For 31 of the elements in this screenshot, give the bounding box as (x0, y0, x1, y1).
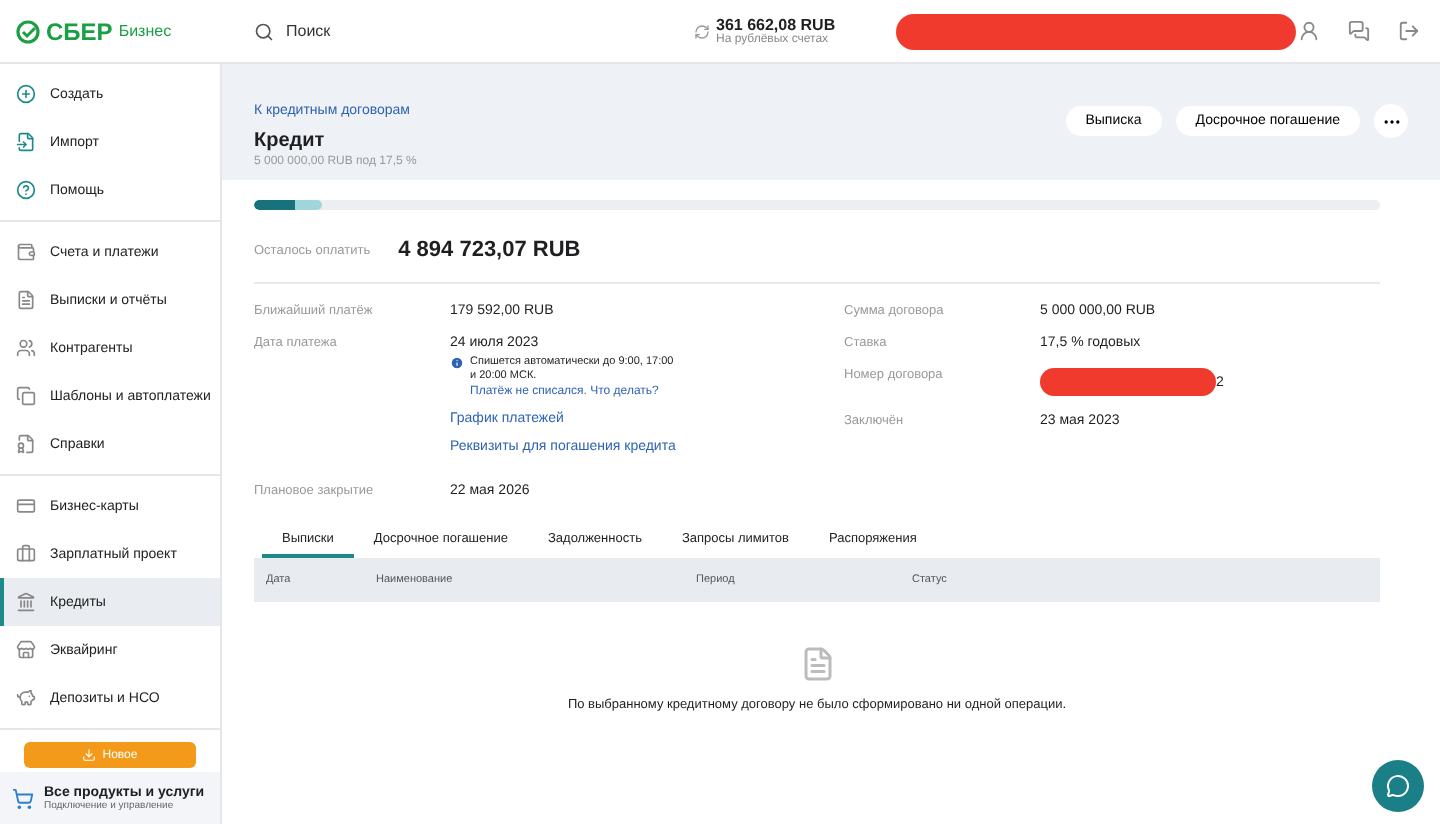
import-icon (16, 132, 36, 152)
brand-name: СБЕР (46, 17, 113, 45)
logout-icon[interactable] (1398, 20, 1420, 42)
search-icon (254, 21, 274, 41)
product-name: Бизнес (118, 22, 172, 40)
help-icon (16, 180, 36, 200)
document-icon (799, 646, 835, 683)
chat-button[interactable] (1372, 760, 1424, 812)
card-icon (16, 496, 36, 516)
remaining-amount: 4 894 723,07 RUB (398, 238, 581, 262)
chat-icon[interactable] (1348, 20, 1370, 42)
certificate-icon (16, 434, 36, 454)
info-icon (450, 356, 464, 370)
document-icon (16, 290, 36, 310)
wallet-icon (16, 242, 36, 262)
piggy-bank-icon (16, 688, 36, 708)
page-title: Кредит (254, 130, 327, 152)
users-icon (16, 338, 36, 358)
store-icon (16, 640, 36, 660)
user-icon[interactable] (1298, 20, 1320, 42)
briefcase-icon (16, 544, 36, 564)
more-button[interactable] (1374, 104, 1408, 138)
bank-icon (16, 592, 36, 612)
refresh-icon[interactable] (694, 23, 710, 39)
chat-bubble-icon (1386, 774, 1410, 798)
logo-icon (16, 19, 40, 43)
balance-amount: 361 662,08 RUB (716, 16, 836, 34)
plus-icon (16, 84, 36, 104)
download-icon (82, 748, 97, 762)
cart-icon (12, 787, 34, 809)
copy-icon (16, 386, 36, 406)
